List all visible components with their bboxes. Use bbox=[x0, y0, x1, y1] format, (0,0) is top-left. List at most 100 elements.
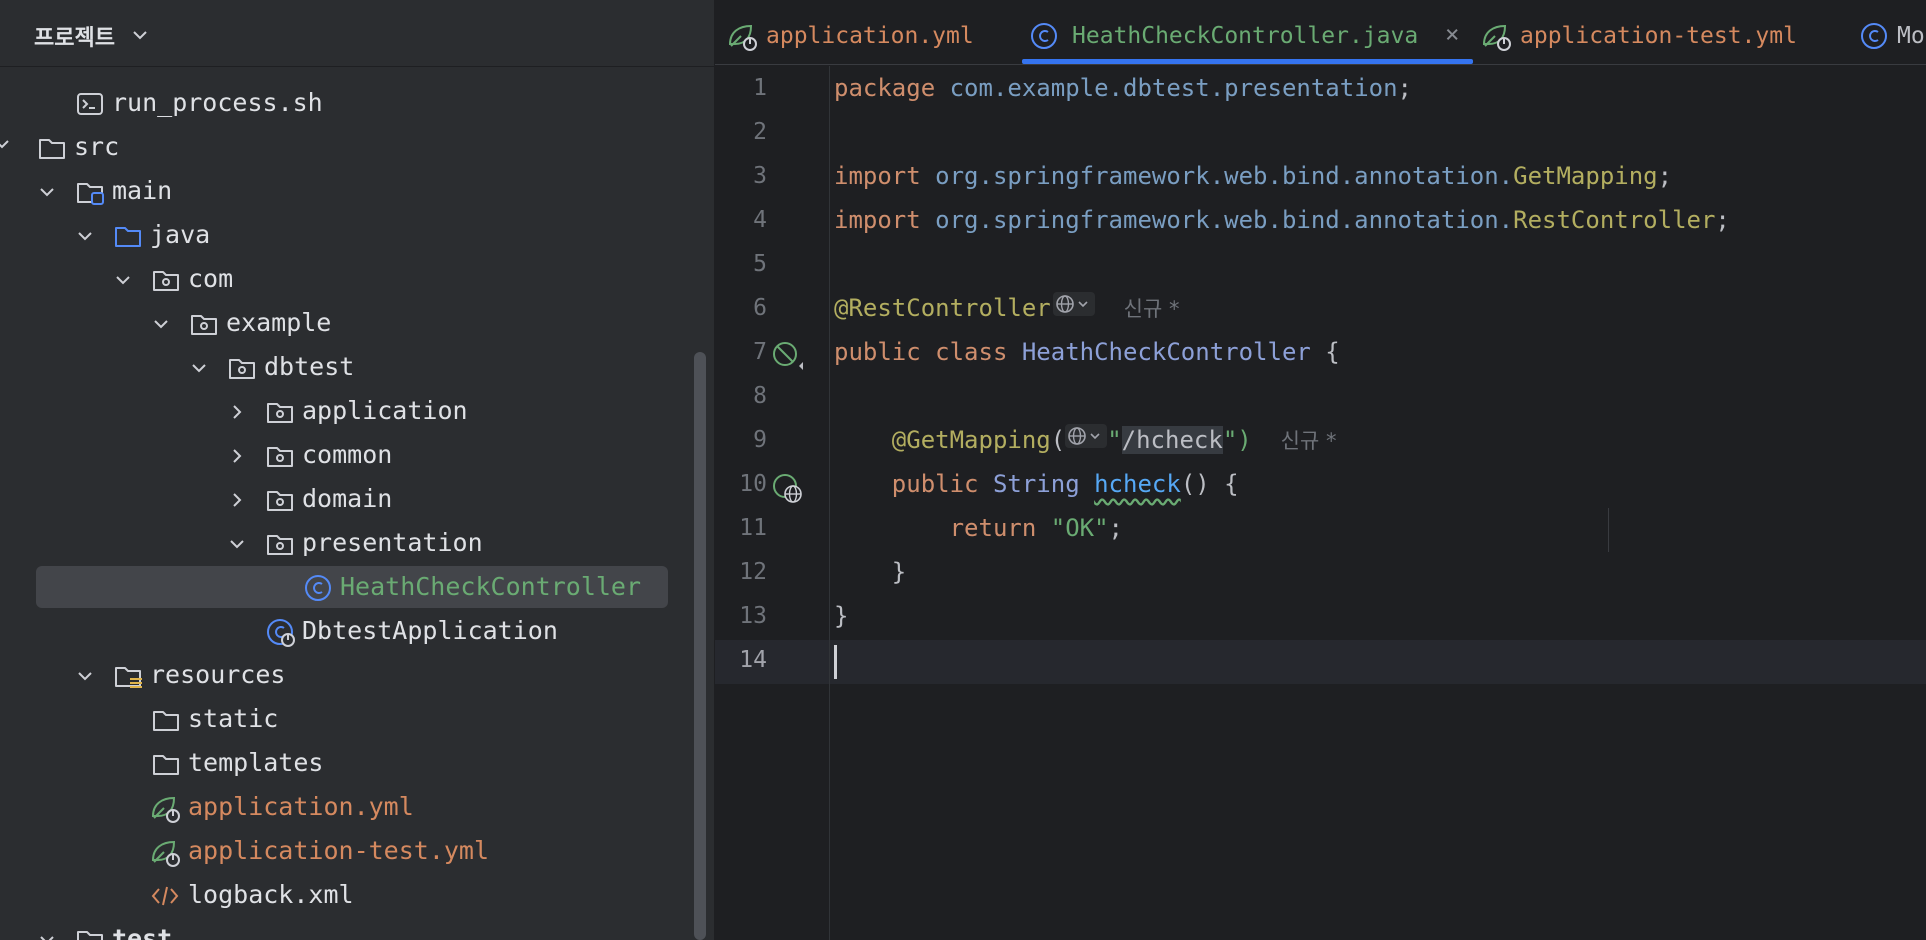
editor-area: application.yml HeathCheckController.jav… bbox=[715, 0, 1926, 940]
tree-item-label: logback.xml bbox=[188, 880, 354, 909]
tab-label: application-test.yml bbox=[1520, 23, 1797, 49]
new-code-hint: 신규 * bbox=[1123, 297, 1180, 321]
globe-icon[interactable] bbox=[1052, 287, 1095, 331]
package-icon bbox=[266, 530, 294, 558]
tree-item-logback-xml[interactable]: logback.xml bbox=[0, 873, 714, 917]
java-class-icon bbox=[1030, 22, 1058, 50]
line-number: 6 bbox=[753, 295, 767, 321]
package-icon bbox=[266, 486, 294, 514]
line-number: 2 bbox=[753, 119, 767, 145]
chevron-right-icon[interactable] bbox=[230, 448, 244, 463]
tree-item-java[interactable]: java bbox=[0, 213, 714, 257]
globe-icon[interactable] bbox=[1065, 419, 1108, 463]
tab-mo[interactable]: Mo bbox=[1860, 0, 1926, 64]
code-editor[interactable]: package com.example.dbtest.presentation;… bbox=[834, 66, 1924, 940]
tab-application-test-yml[interactable]: application-test.yml bbox=[1481, 0, 1797, 64]
close-icon[interactable]: × bbox=[1445, 20, 1459, 48]
folder-icon bbox=[76, 926, 104, 940]
chevron-down-icon[interactable] bbox=[154, 316, 168, 330]
chevron-down-icon[interactable] bbox=[78, 228, 92, 242]
code-line-1: package com.example.dbtest.presentation; bbox=[834, 74, 1412, 102]
source-root-folder-icon bbox=[76, 178, 104, 206]
tree-item-common[interactable]: common bbox=[0, 433, 714, 477]
chevron-down-icon[interactable] bbox=[132, 27, 148, 46]
line-number: 7 bbox=[753, 339, 767, 365]
chevron-down-icon[interactable] bbox=[40, 932, 54, 940]
code-line-9: @GetMapping("/hcheck") 신규 * bbox=[834, 418, 1336, 462]
tab-heathcheckcontroller-java[interactable]: HeathCheckController.java × bbox=[1022, 0, 1473, 64]
chevron-down-icon[interactable] bbox=[230, 536, 244, 550]
tree-item-dbtest[interactable]: dbtest bbox=[0, 345, 714, 389]
editor-gutter: 1 2 3 4 5 6 7 8 9 10 11 12 13 14 bbox=[715, 66, 829, 940]
tree-item-label: application-test.yml bbox=[188, 836, 490, 865]
active-tab-indicator bbox=[1022, 59, 1473, 64]
line-number: 11 bbox=[739, 515, 767, 541]
tree-item-application-yml[interactable]: application.yml bbox=[0, 785, 714, 829]
line-number: 1 bbox=[753, 75, 767, 101]
package-icon bbox=[266, 398, 294, 426]
project-panel-header: 프로젝트 bbox=[0, 0, 714, 67]
tab-application-yml[interactable]: application.yml bbox=[715, 0, 1011, 64]
java-class-icon bbox=[1860, 22, 1888, 50]
tree-item-application-test-yml[interactable]: application-test.yml bbox=[0, 829, 714, 873]
tree-item-src[interactable]: src bbox=[0, 125, 714, 169]
tree-item-label: run_process.sh bbox=[112, 88, 323, 117]
tree-item-label: DbtestApplication bbox=[302, 616, 558, 645]
code-line-4: import org.springframework.web.bind.anno… bbox=[834, 206, 1730, 234]
spring-bean-gutter-icon[interactable] bbox=[771, 340, 805, 376]
chevron-down-icon[interactable] bbox=[116, 272, 130, 286]
tree-item-templates[interactable]: templates bbox=[0, 741, 714, 785]
tree-item-presentation[interactable]: presentation bbox=[0, 521, 714, 565]
folder-icon bbox=[38, 134, 66, 162]
chevron-down-icon[interactable] bbox=[40, 184, 54, 198]
tree-item-com[interactable]: com bbox=[0, 257, 714, 301]
line-number: 3 bbox=[753, 163, 767, 189]
folder-icon bbox=[152, 750, 180, 778]
code-line-11: return "OK"; bbox=[949, 514, 1123, 542]
tree-item-heathcheckcontroller[interactable]: HeathCheckController bbox=[0, 565, 714, 609]
resources-folder-icon bbox=[114, 662, 142, 690]
spring-yaml-icon bbox=[1481, 22, 1511, 51]
tree-item-label: application.yml bbox=[188, 792, 414, 821]
tree-item-resources[interactable]: resources bbox=[0, 653, 714, 697]
tree-item-run-process[interactable]: run_process.sh bbox=[0, 81, 714, 125]
tree-item-example[interactable]: example bbox=[0, 301, 714, 345]
project-panel: run_process.sh src main java com example… bbox=[0, 0, 715, 940]
tree-item-label: main bbox=[112, 176, 173, 205]
tree-item-label: java bbox=[150, 220, 211, 249]
code-line-7: public class HeathCheckController { bbox=[834, 338, 1340, 366]
tab-label: application.yml bbox=[766, 23, 974, 49]
web-endpoint-gutter-icon[interactable] bbox=[771, 472, 805, 508]
chevron-right-icon[interactable] bbox=[230, 404, 244, 419]
spring-yaml-icon bbox=[150, 838, 180, 867]
tree-item-dbtestapplication[interactable]: DbtestApplication bbox=[0, 609, 714, 653]
gutter-divider bbox=[829, 66, 830, 940]
java-source-folder-icon bbox=[114, 222, 142, 250]
package-icon bbox=[190, 310, 218, 338]
tree-item-label: com bbox=[188, 264, 234, 293]
chevron-right-icon[interactable] bbox=[230, 492, 244, 507]
editor-tab-bar: application.yml HeathCheckController.jav… bbox=[715, 0, 1926, 65]
tree-item-label: templates bbox=[188, 748, 324, 777]
tree-item-test[interactable]: test bbox=[0, 917, 714, 940]
xml-icon bbox=[150, 882, 179, 910]
tree-item-static[interactable]: static bbox=[0, 697, 714, 741]
line-number: 14 bbox=[739, 647, 767, 673]
folder-icon bbox=[152, 706, 180, 734]
tree-item-main[interactable]: main bbox=[0, 169, 714, 213]
tab-label: Mo bbox=[1897, 23, 1925, 49]
package-icon bbox=[266, 442, 294, 470]
project-panel-title[interactable]: 프로젝트 bbox=[34, 20, 115, 52]
chevron-down-icon[interactable] bbox=[0, 136, 14, 155]
tree-item-label: dbtest bbox=[264, 352, 355, 381]
chevron-down-icon[interactable] bbox=[78, 668, 92, 682]
chevron-down-icon[interactable] bbox=[192, 360, 206, 374]
java-class-icon bbox=[304, 574, 332, 602]
line-number: 8 bbox=[753, 383, 767, 409]
tree-item-label: common bbox=[302, 440, 393, 469]
code-line-10: public String hcheck() { bbox=[891, 470, 1239, 498]
tree-item-domain[interactable]: domain bbox=[0, 477, 714, 521]
tree-scrollbar[interactable] bbox=[694, 352, 706, 940]
tree-item-application[interactable]: application bbox=[0, 389, 714, 433]
line-number: 13 bbox=[739, 603, 767, 629]
